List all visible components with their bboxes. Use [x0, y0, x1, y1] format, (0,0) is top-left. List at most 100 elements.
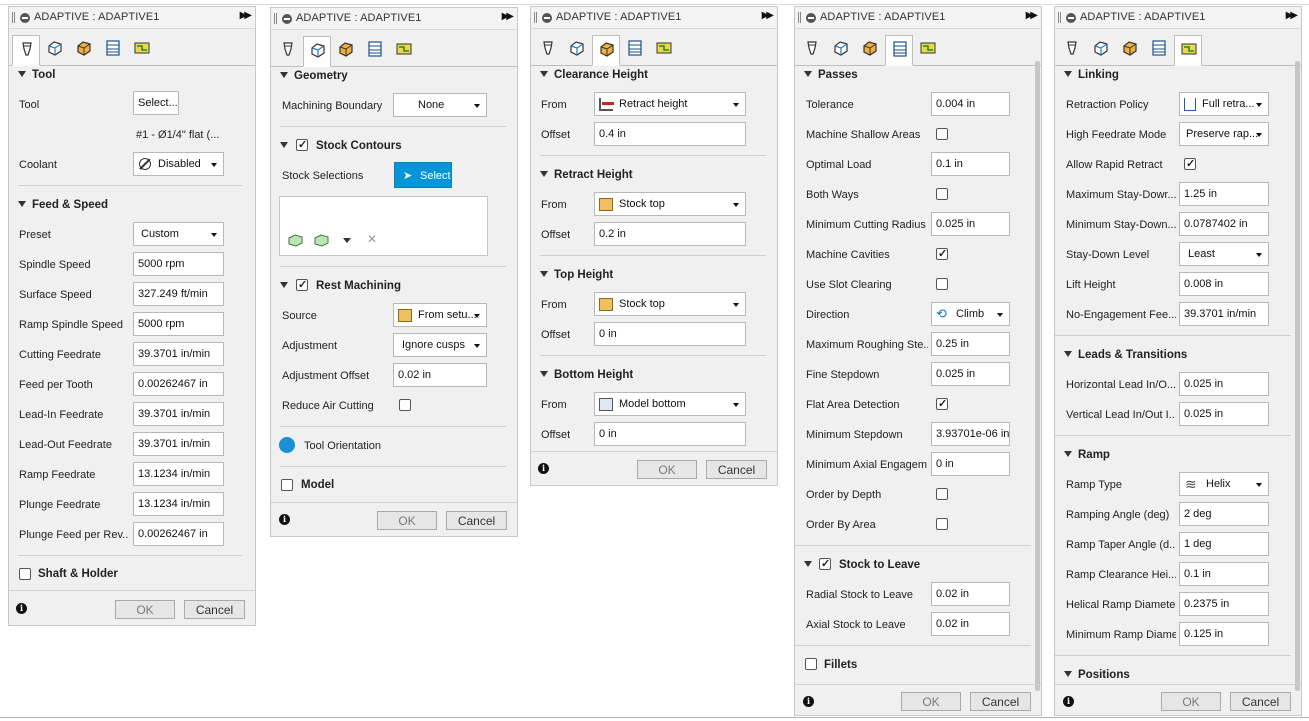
panel-titlebar[interactable]: ADAPTIVE : ADAPTIVE1 ▶▶ — [1055, 7, 1301, 29]
info-icon[interactable]: i — [803, 696, 814, 707]
section-tool-header[interactable]: Tool — [18, 69, 55, 81]
drag-grip-icon[interactable] — [1058, 12, 1061, 23]
ok-button[interactable]: OK — [1161, 692, 1221, 711]
info-icon[interactable]: i — [1063, 696, 1074, 707]
expand-icon[interactable]: ▶▶ — [502, 11, 515, 22]
tab-geometry[interactable] — [1087, 35, 1115, 61]
plunge-feedrate-input[interactable]: 13.1234 in/min — [133, 492, 224, 516]
source-dropdown[interactable]: From setu... — [393, 303, 487, 327]
drag-grip-icon[interactable] — [534, 12, 537, 23]
drag-grip-icon[interactable] — [798, 12, 801, 23]
both-ways-checkbox[interactable] — [936, 188, 948, 200]
section-top-height-header[interactable]: Top Height — [540, 269, 613, 281]
expand-icon[interactable]: ▶▶ — [240, 10, 253, 21]
lead-out-feedrate-input[interactable]: 39.3701 in/min — [133, 432, 224, 456]
lift-height-input[interactable]: 0.008 in — [1179, 272, 1269, 296]
section-stock-contours-header[interactable] — [280, 140, 294, 152]
drag-grip-icon[interactable] — [274, 13, 277, 24]
ramp-feedrate-input[interactable]: 13.1234 in/min — [133, 462, 224, 486]
helical-ramp-diameter-input[interactable]: 0.2375 in — [1179, 592, 1269, 616]
tolerance-input[interactable]: 0.004 in — [931, 92, 1010, 116]
rest-machining-checkbox[interactable] — [296, 278, 308, 291]
allow-rapid-retract-checkbox[interactable] — [1184, 157, 1196, 170]
minimum-stepdown-input[interactable]: 3.93701e-06 in — [931, 422, 1010, 446]
stock-to-leave-checkbox[interactable] — [819, 557, 831, 570]
info-icon[interactable]: i — [538, 463, 549, 474]
tab-passes[interactable] — [361, 36, 389, 62]
section-retract-height-header[interactable]: Retract Height — [540, 169, 633, 181]
section-positions-header[interactable]: Positions — [1064, 669, 1130, 681]
vertical-lead-input[interactable]: 0.025 in — [1179, 402, 1269, 426]
ramp-spindle-speed-input[interactable]: 5000 rpm — [133, 312, 224, 336]
scrollbar[interactable] — [1035, 61, 1040, 691]
tab-heights[interactable] — [1116, 35, 1144, 61]
cancel-button[interactable]: Cancel — [970, 692, 1031, 711]
tab-geometry[interactable] — [827, 35, 855, 61]
tool-orientation-icon[interactable] — [279, 437, 295, 453]
collapse-icon[interactable] — [806, 13, 816, 23]
add-selection-icon-2[interactable] — [313, 233, 331, 247]
radial-stock-input[interactable]: 0.02 in — [931, 582, 1010, 606]
use-slot-clearing-checkbox[interactable] — [936, 278, 948, 290]
axial-stock-input[interactable]: 0.02 in — [931, 612, 1010, 636]
section-linking-header[interactable]: Linking — [1064, 69, 1119, 81]
collapse-icon[interactable] — [20, 13, 30, 23]
shaft-holder-checkbox[interactable] — [19, 568, 31, 580]
minimum-ramp-diameter-input[interactable]: 0.125 in — [1179, 622, 1269, 646]
cancel-button[interactable]: Cancel — [1230, 692, 1291, 711]
order-by-area-checkbox[interactable] — [936, 518, 948, 530]
tab-linking[interactable] — [128, 35, 156, 61]
panel-titlebar[interactable]: ADAPTIVE : ADAPTIVE1 ▶▶ — [271, 8, 517, 30]
adjustment-offset-input[interactable]: 0.02 in — [393, 363, 487, 387]
tab-tool[interactable] — [534, 35, 562, 61]
tab-passes[interactable] — [621, 35, 649, 61]
section-passes-header[interactable]: Passes — [804, 69, 858, 81]
cutting-feedrate-input[interactable]: 39.3701 in/min — [133, 342, 224, 366]
expand-icon[interactable]: ▶▶ — [1026, 10, 1039, 21]
ramp-clearance-height-input[interactable]: 0.1 in — [1179, 562, 1269, 586]
optimal-load-input[interactable]: 0.1 in — [931, 152, 1010, 176]
high-feedrate-mode-dropdown[interactable]: Preserve rap... — [1179, 122, 1269, 146]
section-ramp-header[interactable]: Ramp — [1064, 449, 1110, 461]
ok-button[interactable]: OK — [115, 600, 175, 619]
bottom-offset-input[interactable]: 0 in — [594, 422, 746, 446]
tab-passes[interactable] — [1145, 35, 1173, 61]
direction-dropdown[interactable]: ⟲ Climb — [931, 302, 1010, 326]
section-clearance-height-header[interactable]: Clearance Height — [540, 69, 648, 81]
section-stock-to-leave-header[interactable] — [804, 559, 818, 571]
cancel-button[interactable]: Cancel — [706, 460, 767, 479]
model-checkbox[interactable] — [281, 479, 293, 491]
section-bottom-height-header[interactable]: Bottom Height — [540, 369, 633, 381]
section-geometry-header[interactable]: Geometry — [280, 70, 348, 82]
tab-tool[interactable] — [12, 35, 40, 66]
top-offset-input[interactable]: 0 in — [594, 322, 746, 346]
section-leads-transitions-header[interactable]: Leads & Transitions — [1064, 349, 1187, 361]
no-engagement-feedrate-input[interactable]: 39.3701 in/min — [1179, 302, 1269, 326]
maximum-stay-down-input[interactable]: 1.25 in — [1179, 182, 1269, 206]
tool-select-button[interactable]: Select... — [133, 91, 179, 115]
ok-button[interactable]: OK — [901, 692, 961, 711]
tab-heights[interactable] — [592, 35, 620, 66]
machine-cavities-checkbox[interactable] — [936, 247, 948, 260]
fine-stepdown-input[interactable]: 0.025 in — [931, 362, 1010, 386]
surface-speed-input[interactable]: 327.249 ft/min — [133, 282, 224, 306]
info-icon[interactable]: i — [16, 603, 27, 614]
tab-passes[interactable] — [885, 35, 913, 66]
machine-shallow-areas-checkbox[interactable] — [936, 128, 948, 140]
tab-tool[interactable] — [798, 35, 826, 61]
ramp-taper-angle-input[interactable]: 1 deg — [1179, 532, 1269, 556]
tool-orientation-label[interactable]: Tool Orientation — [304, 440, 381, 452]
top-from-dropdown[interactable]: Stock top — [594, 292, 746, 316]
collapse-icon[interactable] — [1066, 13, 1076, 23]
retract-offset-input[interactable]: 0.2 in — [594, 222, 746, 246]
info-icon[interactable]: i — [279, 514, 290, 525]
lead-in-feedrate-input[interactable]: 39.3701 in/min — [133, 402, 224, 426]
collapse-icon[interactable] — [542, 13, 552, 23]
stock-selection-list[interactable]: ✕ — [279, 196, 488, 256]
ramping-angle-input[interactable]: 2 deg — [1179, 502, 1269, 526]
stock-select-button[interactable]: ➤ Select — [394, 162, 452, 188]
spindle-speed-input[interactable]: 5000 rpm — [133, 252, 224, 276]
panel-titlebar[interactable]: ADAPTIVE : ADAPTIVE1 ▶▶ — [795, 7, 1041, 29]
reduce-air-cutting-checkbox[interactable] — [399, 399, 411, 411]
tab-linking[interactable] — [650, 35, 678, 61]
